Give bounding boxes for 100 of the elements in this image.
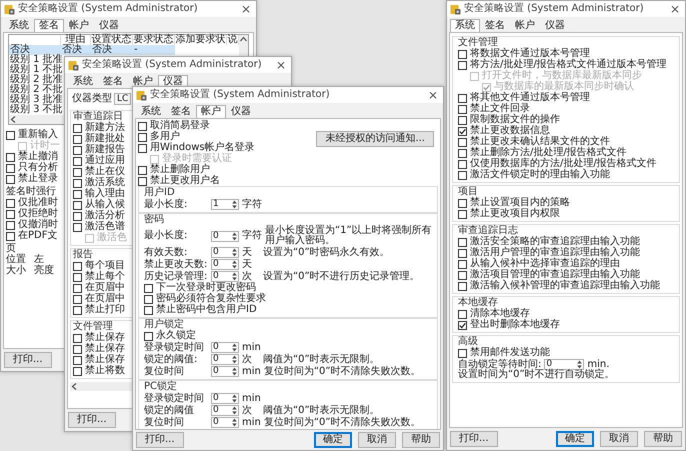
close-button[interactable]: × xyxy=(238,3,253,15)
spin-field[interactable]: 0 xyxy=(211,417,239,428)
checkbox-label[interactable]: 仅撤消时 xyxy=(18,220,58,230)
checkbox-label[interactable]: 新建批处 xyxy=(85,134,125,144)
close-button[interactable]: × xyxy=(426,89,440,101)
checkbox[interactable] xyxy=(144,332,153,340)
tab[interactable]: 帐户 xyxy=(64,19,94,32)
checkbox-label[interactable]: 将其他文件通过版本号管理 xyxy=(470,93,590,103)
tab[interactable]: 签名 xyxy=(166,105,196,118)
checkbox-label[interactable]: 只有分析 xyxy=(18,163,58,173)
row-header[interactable]: 否决 xyxy=(9,45,61,55)
checkbox[interactable] xyxy=(458,198,467,208)
checkbox[interactable] xyxy=(144,294,153,304)
checkbox[interactable] xyxy=(458,126,467,136)
scroll-up-icon[interactable] xyxy=(240,36,247,43)
checkbox-label[interactable]: 用Windows帐户名登录 xyxy=(150,143,255,153)
spinner-icon[interactable] xyxy=(232,272,237,281)
checkbox[interactable] xyxy=(458,60,467,70)
checkbox[interactable] xyxy=(138,166,147,174)
checkbox-label[interactable]: 仅批准时 xyxy=(18,198,58,208)
checkbox[interactable] xyxy=(73,356,82,364)
checkbox-label[interactable]: 禁止删除方法/批处理/报告格式文件 xyxy=(470,148,627,158)
checkbox-label[interactable]: 激活安全策略的审查追踪理由输入功能 xyxy=(470,237,640,247)
dialog-button[interactable]: 打印... xyxy=(450,431,498,447)
column-header[interactable]: 添加要求状 xyxy=(175,35,227,45)
row-header[interactable]: 级别 2 批准 xyxy=(9,75,61,85)
checkbox[interactable] xyxy=(73,334,82,342)
dialog-button[interactable]: 打印... xyxy=(136,432,184,448)
dialog-button[interactable]: 打印... xyxy=(68,412,116,428)
close-button[interactable]: × xyxy=(274,59,288,71)
row-header[interactable]: 级别 3 批准 xyxy=(9,95,61,105)
checkbox-label[interactable]: 下一次登录时更改密码 xyxy=(156,283,256,293)
checkbox-label[interactable]: 禁止密码中包含用户ID xyxy=(156,305,257,315)
push-button[interactable]: 未经授权的访问通知... xyxy=(316,131,434,147)
spin-field[interactable]: 0 xyxy=(544,359,584,370)
checkbox-label[interactable]: 禁止保存 xyxy=(85,355,125,365)
spinner-icon[interactable] xyxy=(232,394,237,403)
spin-field[interactable]: 0 xyxy=(211,271,239,282)
checkbox-label[interactable]: 在页眉中 xyxy=(85,294,125,304)
scroll-left-icon[interactable] xyxy=(10,116,17,123)
dialog-button[interactable]: 确定 xyxy=(556,431,594,447)
checkbox-label[interactable]: 仅使用数据库的方法/批处理/报告格式文件 xyxy=(470,159,657,169)
tab[interactable]: 系统 xyxy=(450,19,480,32)
checkbox[interactable] xyxy=(73,146,82,154)
tab[interactable]: 仪器 xyxy=(226,105,256,118)
tab[interactable]: 系统 xyxy=(68,75,98,88)
checkbox[interactable] xyxy=(73,156,82,166)
checkbox[interactable] xyxy=(73,284,82,292)
checkbox[interactable] xyxy=(458,270,467,280)
checkbox[interactable] xyxy=(138,144,147,152)
spin-field[interactable]: 0 xyxy=(211,230,239,242)
dialog-button[interactable]: 确定 xyxy=(314,432,352,448)
checkbox-label[interactable]: 清除本地缓存 xyxy=(470,309,530,319)
checkbox[interactable] xyxy=(458,210,467,218)
dialog-button[interactable]: 取消 xyxy=(600,431,638,447)
checkbox[interactable] xyxy=(73,190,82,198)
checkbox[interactable] xyxy=(458,310,467,318)
checkbox[interactable] xyxy=(458,170,467,180)
checkbox[interactable] xyxy=(73,222,82,232)
checkbox[interactable] xyxy=(458,348,467,358)
checkbox[interactable] xyxy=(6,232,15,240)
tab[interactable]: 系统 xyxy=(4,19,34,32)
checkbox-label[interactable]: 激活输入候补管理的审查追踪理由输入功能 xyxy=(470,281,660,291)
spin-field[interactable]: 0 xyxy=(211,366,239,377)
checkbox-label[interactable]: 禁止将数 xyxy=(85,366,125,376)
checkbox[interactable] xyxy=(458,94,467,102)
spinner-icon[interactable] xyxy=(232,406,237,415)
checkbox-label[interactable]: 通过应用 xyxy=(85,156,125,166)
checkbox-label[interactable]: 激活项目管理的审查追踪理由输入功能 xyxy=(470,270,640,280)
checkbox-label[interactable]: 重新输入 xyxy=(18,130,58,140)
checkbox-label[interactable]: 禁止更改用户名 xyxy=(150,176,220,186)
row-header[interactable]: 级别 3 不批 xyxy=(9,105,61,115)
checkbox[interactable] xyxy=(73,272,82,282)
checkbox-label[interactable]: 禁止保存 xyxy=(85,333,125,343)
tab[interactable]: 仪器 xyxy=(540,19,570,32)
dialog-button[interactable]: 取消 xyxy=(358,432,396,448)
checkbox[interactable] xyxy=(458,116,467,124)
checkbox-label[interactable]: 将数据文件通过版本号管理 xyxy=(470,49,590,59)
spinner-icon[interactable] xyxy=(232,248,237,257)
checkbox[interactable] xyxy=(458,248,467,258)
checkbox-label[interactable]: 禁止设置项目内的策略 xyxy=(470,198,570,208)
checkbox-label[interactable]: 激活文件锁定时的理由输入功能 xyxy=(470,170,610,180)
checkbox[interactable] xyxy=(73,178,82,188)
checkbox[interactable] xyxy=(458,138,467,146)
checkbox[interactable] xyxy=(6,220,15,230)
tab[interactable]: 签名 xyxy=(480,19,510,32)
checkbox-label[interactable]: 将方法/批处理/报告格式文件通过版本号管理 xyxy=(470,60,667,70)
checkbox-label[interactable]: 新建方法 xyxy=(85,123,125,133)
checkbox[interactable] xyxy=(458,160,467,168)
checkbox[interactable] xyxy=(73,344,82,354)
tab[interactable]: 签名 xyxy=(34,19,64,32)
tab[interactable]: 仪器 xyxy=(94,19,124,32)
checkbox[interactable] xyxy=(73,262,82,270)
checkbox-label[interactable]: 禁止更改数据信息 xyxy=(470,126,550,136)
checkbox-label[interactable]: 激活色谱 xyxy=(85,222,125,232)
checkbox-label[interactable]: 永久锁定 xyxy=(156,331,196,341)
checkbox[interactable] xyxy=(73,200,82,210)
checkbox-label[interactable]: 多用户 xyxy=(150,132,180,142)
tab[interactable]: 帐户 xyxy=(510,19,540,32)
checkbox[interactable] xyxy=(458,104,467,114)
